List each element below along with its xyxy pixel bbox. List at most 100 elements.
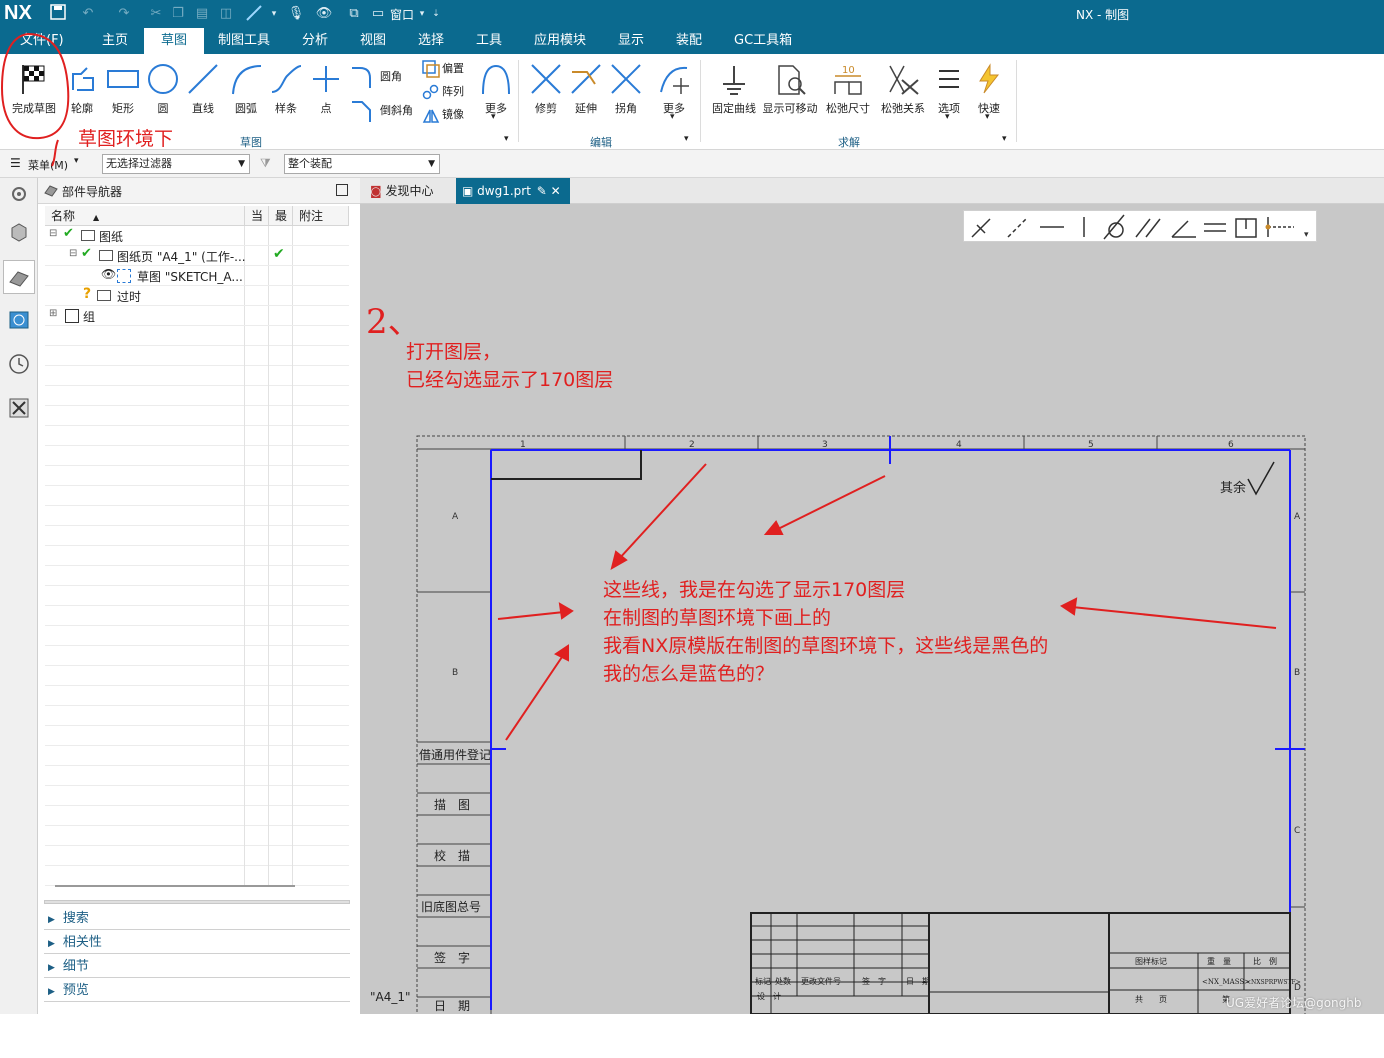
tab-dwg1[interactable]: ▣ dwg1.prt ✎ ✕ [456, 178, 570, 204]
window-menu[interactable]: 窗口 [390, 6, 414, 23]
offset-button[interactable]: 偏置 [442, 58, 464, 80]
edit-more-button[interactable]: 更多 [652, 58, 696, 116]
tab-tools[interactable]: 工具 [472, 28, 506, 54]
rev-label: 处数 [775, 976, 791, 986]
column-name[interactable]: 名称 ▲ [45, 206, 245, 226]
paste-special-icon[interactable]: ◫ [216, 4, 236, 24]
checkmark-icon: ✔ [63, 226, 74, 241]
tab-select[interactable]: 选择 [414, 28, 448, 54]
tab-applications[interactable]: 应用模块 [530, 28, 590, 54]
tab-view[interactable]: 视图 [356, 28, 390, 54]
sketch-icon [117, 269, 131, 283]
tree-row[interactable]: ⊟ ✔ 图纸 [45, 226, 349, 246]
row-letter-c-right: C [1294, 826, 1300, 836]
tab-assembly[interactable]: 装配 [672, 28, 706, 54]
tab-analysis[interactable]: 分析 [298, 28, 332, 54]
splitter[interactable] [44, 900, 350, 904]
assembly-navigator-icon[interactable] [5, 218, 33, 246]
chevron-down-icon[interactable]: ▾ [945, 112, 950, 122]
chevron-down-icon[interactable]: ▾ [670, 112, 675, 122]
drawing-sheet[interactable]: 1 2 3 4 5 6 A B A B C D 借通用件登记 描 图 校 描 旧… [360, 204, 1384, 1014]
stamp-label: 旧底图总号 [421, 899, 481, 914]
sketch-more-button[interactable]: 更多 [474, 58, 518, 116]
microphone-icon[interactable]: 🎙 [286, 4, 306, 24]
tools-icon[interactable] [5, 394, 33, 422]
pattern-button[interactable]: 阵列 [442, 81, 464, 103]
tab-display[interactable]: 显示 [614, 28, 648, 54]
search-section[interactable]: ▶ 搜索 [44, 908, 350, 930]
cut-icon[interactable]: ✂ [146, 4, 166, 24]
save-icon[interactable] [48, 4, 68, 24]
chamfer-button[interactable]: 倒斜角 [380, 100, 413, 122]
customize-icon[interactable]: ⇣ [426, 4, 446, 24]
dependencies-section[interactable]: ▶ 相关性 [44, 932, 350, 954]
spline-icon [264, 58, 308, 100]
web-browser-icon[interactable] [5, 306, 33, 334]
type-filter-select[interactable]: 无选择过滤器 ▼ [102, 154, 250, 174]
chevron-down-icon[interactable]: ▾ [491, 112, 496, 122]
chevron-down-icon[interactable]: ▾ [264, 4, 284, 24]
expand-icon[interactable]: ⊞ [49, 308, 57, 319]
redo-icon[interactable]: ↷ [114, 4, 134, 24]
column-current[interactable]: 当 [245, 206, 269, 226]
tree-row[interactable]: ⊞ 组 [45, 306, 349, 326]
maximize-icon[interactable] [336, 184, 348, 196]
details-section[interactable]: ▶ 细节 [44, 956, 350, 978]
tree-row[interactable]: ? 过时 [45, 286, 349, 306]
tree-row[interactable]: 👁 草图 "SKETCH_A... [45, 266, 349, 286]
chevron-right-icon: ▶ [48, 939, 55, 949]
collapse-icon[interactable]: ⊟ [49, 228, 57, 239]
tab-gc-toolbox[interactable]: GC工具箱 [730, 28, 796, 54]
tab-discovery-center[interactable]: ◙ 发现中心 [364, 178, 454, 204]
line-tool-icon[interactable] [244, 4, 264, 24]
column-note[interactable]: 附注 [293, 206, 349, 226]
horizontal-scrollbar[interactable] [55, 885, 295, 887]
part-navigator-icon[interactable] [3, 260, 35, 294]
gear-icon[interactable] [5, 180, 33, 208]
group-expand-icon[interactable]: ▾ [684, 134, 689, 144]
sheets-label: 共 页 [1135, 995, 1167, 1004]
paste-icon[interactable]: ▤ [192, 4, 212, 24]
col-number-6: 6 [1228, 440, 1234, 450]
undo-icon[interactable]: ↶ [78, 4, 98, 24]
mirror-button[interactable]: 镜像 [442, 104, 464, 126]
tree-row[interactable]: ⊟ ✔ 图纸页 "A4_1" (工作-... ✔ [45, 246, 349, 266]
copy-icon[interactable]: ❐ [168, 4, 188, 24]
rev-label: 签 字 [862, 976, 886, 986]
fillet-button[interactable]: 圆角 [380, 66, 402, 88]
layer-note-line-1: 打开图层， [406, 341, 502, 363]
scope-select[interactable]: 整个装配 ▼ [284, 154, 440, 174]
relax-dimension-button[interactable]: 10 松弛尺寸 [826, 58, 870, 116]
column-latest[interactable]: 最 [269, 206, 293, 226]
nx-logo: NX [4, 2, 32, 24]
chevron-right-icon: ▶ [48, 963, 55, 973]
stamp-label: 校 描 [434, 848, 470, 863]
eye-icon[interactable]: 👁 [101, 267, 116, 281]
point-button[interactable]: 点 [304, 58, 348, 116]
group-expand-icon[interactable]: ▾ [504, 134, 509, 144]
collapse-icon[interactable]: ⊟ [69, 248, 77, 259]
scale-label: 比 例 [1253, 956, 1277, 966]
preview-section[interactable]: ▶ 预览 [44, 980, 350, 1002]
more-curves-icon [474, 58, 518, 100]
chevron-down-icon[interactable]: ▾ [985, 112, 990, 122]
tab-home[interactable]: 主页 [98, 28, 132, 54]
scale-value: <NXSPRPWSTF> [1246, 979, 1301, 986]
window-icon[interactable]: ▭ [368, 4, 388, 24]
tab-sketch[interactable]: 草图 [144, 28, 204, 54]
tab-drafting-tools[interactable]: 制图工具 [214, 28, 274, 54]
show-movable-button[interactable]: 显示可移动 [763, 58, 818, 116]
history-clock-icon[interactable] [5, 350, 33, 378]
filter-funnel-icon[interactable]: ⧩ [260, 156, 271, 171]
code-box [491, 450, 642, 480]
row-letter-a-right: A [1294, 512, 1301, 522]
view-icon[interactable]: 👁 [314, 4, 334, 24]
window-switch-icon[interactable]: ⧉ [344, 4, 364, 24]
left-stamp-labels: 借通用件登记 描 图 校 描 旧底图总号 签 字 日 期 [419, 747, 491, 1013]
group-expand-icon[interactable]: ▾ [1002, 134, 1007, 144]
checkmark-icon: ✔ [273, 246, 285, 262]
quick-button[interactable]: 快速 [967, 58, 1011, 116]
fixed-curve-button[interactable]: 固定曲线 [712, 58, 756, 116]
graphics-window[interactable]: ▾ 1 2 3 4 5 6 A B A B C D 借通用件登记 描 图 校 描… [360, 204, 1384, 1014]
close-icon[interactable]: ✕ [551, 184, 561, 198]
